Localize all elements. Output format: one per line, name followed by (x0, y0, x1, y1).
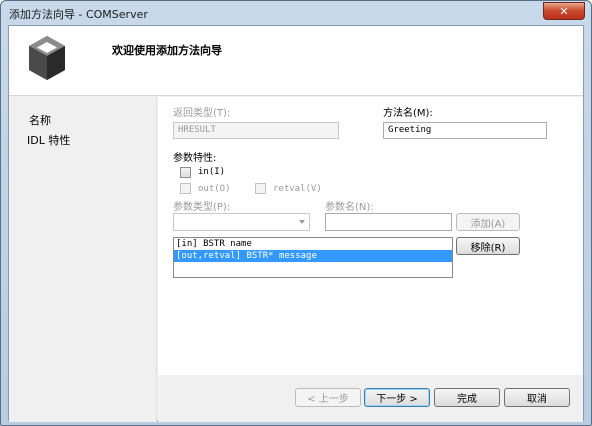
finish-button[interactable]: 完成 (434, 388, 500, 407)
cancel-button[interactable]: 取消 (504, 388, 570, 407)
param-attributes-label: 参数特性: (173, 153, 217, 164)
method-name-field[interactable]: Greeting (383, 122, 547, 139)
add-param-button[interactable]: 添加(A) (456, 213, 520, 231)
box-cube-icon (29, 36, 65, 80)
sidebar-item-idl-attributes[interactable]: IDL 特性 (27, 132, 70, 148)
remove-param-button[interactable]: 移除(R) (456, 237, 520, 255)
wizard-title: 欢迎使用添加方法向导 (112, 44, 222, 57)
wizard-content: 返回类型(T): HRESULT 方法名(M): Greeting 参数特性: … (158, 97, 583, 375)
in-checkbox[interactable] (180, 167, 191, 178)
close-icon: ✕ (559, 4, 569, 18)
window-title: 添加方法向导 - COMServer (9, 8, 148, 21)
method-name-label: 方法名(M): (383, 108, 433, 119)
param-type-label: 参数类型(P): (173, 202, 231, 213)
return-type-label: 返回类型(T): (173, 108, 231, 119)
back-button[interactable]: < 上一步 (295, 388, 361, 407)
return-type-field[interactable]: HRESULT (173, 122, 339, 139)
title-bar[interactable]: 添加方法向导 - COMServer ✕ (1, 1, 591, 25)
param-list[interactable]: [in] BSTR name [out,retval] BSTR* messag… (173, 237, 453, 278)
wizard-footer: < 上一步 下一步 > 完成 取消 (158, 375, 583, 422)
param-type-combo[interactable] (173, 213, 310, 231)
wizard-header: 欢迎使用添加方法向导 (9, 26, 583, 96)
param-list-item-selected[interactable]: [out,retval] BSTR* message (174, 250, 452, 262)
retval-checkbox-label: retval(V) (273, 184, 322, 194)
out-checkbox[interactable] (180, 183, 191, 194)
next-button[interactable]: 下一步 > (364, 388, 430, 407)
retval-checkbox[interactable] (255, 183, 266, 194)
close-button[interactable]: ✕ (543, 2, 585, 20)
out-checkbox-label: out(O) (198, 184, 231, 194)
in-checkbox-label: in(I) (198, 167, 226, 177)
param-name-label: 参数名(N): (325, 202, 374, 213)
sidebar-item-name[interactable]: 名称 (29, 112, 51, 128)
param-name-field[interactable] (325, 213, 452, 231)
wizard-window: 添加方法向导 - COMServer ✕ 欢迎使用添加方法向导 名称 IDL 特… (0, 0, 592, 426)
dialog-client: 欢迎使用添加方法向导 名称 IDL 特性 返回类型(T): HRESULT 方法… (8, 25, 584, 422)
param-list-item[interactable]: [in] BSTR name (174, 238, 452, 250)
chevron-down-icon (299, 220, 305, 224)
wizard-sidebar: 名称 IDL 特性 (9, 97, 157, 422)
